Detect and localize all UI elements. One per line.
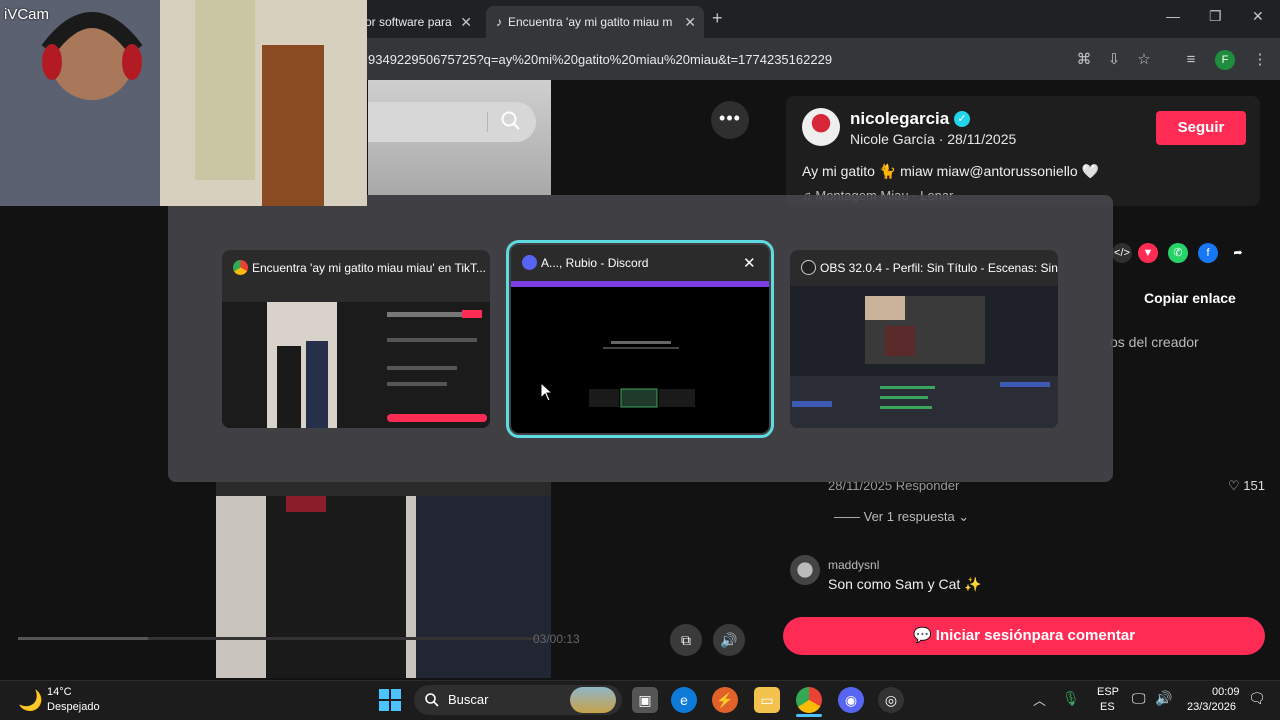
keyboard-layout[interactable]: ES bbox=[1100, 701, 1115, 713]
switcher-window-obs[interactable]: OBS 32.0.4 - Perfil: Sin Título - Escena… bbox=[790, 250, 1058, 428]
translate-icon[interactable]: ⌘ bbox=[1074, 50, 1094, 70]
volume-icon[interactable]: 🔊 bbox=[1155, 690, 1172, 707]
restore-icon[interactable]: ❐ bbox=[1209, 8, 1222, 25]
embed-icon[interactable]: </> bbox=[1112, 243, 1132, 263]
video-progress-fill bbox=[18, 637, 148, 640]
window-thumbnail bbox=[222, 286, 490, 428]
clock-date[interactable]: 23/3/2026 bbox=[1187, 701, 1236, 713]
url-text[interactable]: 934922950675725?q=ay%20mi%20gatito%20mia… bbox=[368, 52, 832, 67]
search-icon[interactable] bbox=[500, 110, 522, 132]
tab-title: Encuentra 'ay mi gatito miau m bbox=[508, 15, 673, 29]
active-app-indicator bbox=[796, 714, 822, 717]
task-view-icon[interactable]: ▣ bbox=[632, 687, 658, 713]
taskbar-search-label: Buscar bbox=[448, 692, 489, 707]
microphone-icon[interactable]: 🎙 bbox=[1062, 690, 1080, 707]
author-username[interactable]: nicolegarcia bbox=[850, 109, 949, 129]
window-thumbnail bbox=[790, 286, 1058, 428]
tab-creator-videos[interactable]: os del creador bbox=[1110, 334, 1199, 350]
video-image bbox=[216, 482, 551, 678]
bookmark-star-icon[interactable]: ☆ bbox=[1134, 50, 1154, 70]
video-timecode: 03/00:13 bbox=[533, 632, 580, 646]
copy-link-button[interactable]: Copiar enlace bbox=[1144, 290, 1236, 306]
weather-temperature[interactable]: 14°C bbox=[47, 686, 72, 698]
profile-avatar[interactable]: F bbox=[1215, 50, 1235, 70]
avatar[interactable] bbox=[790, 555, 820, 585]
minimize-icon[interactable]: — bbox=[1166, 8, 1180, 24]
more-options-button[interactable]: ••• bbox=[711, 101, 749, 139]
comment-username[interactable]: maddysnl bbox=[828, 558, 879, 572]
view-replies-button[interactable]: —— Ver 1 respuesta ⌄ bbox=[834, 509, 969, 525]
window-title: A..., Rubio - Discord bbox=[541, 256, 649, 270]
tray-overflow-icon[interactable]: ︿ bbox=[1033, 690, 1046, 709]
window-title: OBS 32.0.4 - Perfil: Sin Título - Escena… bbox=[820, 261, 1058, 275]
new-tab-icon[interactable]: + bbox=[712, 8, 723, 29]
close-window-icon[interactable]: ✕ bbox=[1252, 8, 1264, 25]
edge-icon[interactable]: e bbox=[671, 687, 697, 713]
close-tab-icon[interactable]: ✕ bbox=[684, 14, 696, 31]
author-subtitle: Nicole García · 28/11/2025 bbox=[850, 131, 1017, 147]
webcam-overlay bbox=[0, 0, 367, 206]
comment-text: Son como Sam y Cat ✨ bbox=[828, 576, 982, 592]
login-to-comment-button[interactable]: 💬 Iniciar sesiónpara comentar bbox=[783, 617, 1265, 655]
webcam-feed bbox=[0, 0, 367, 206]
send-icon[interactable]: ▼ bbox=[1138, 243, 1158, 263]
file-explorer-icon[interactable]: ▭ bbox=[754, 687, 780, 713]
follow-button[interactable]: Seguir bbox=[1156, 111, 1246, 145]
weather-description[interactable]: Despejado bbox=[47, 701, 100, 713]
clock-time[interactable]: 00:09 bbox=[1212, 686, 1240, 698]
tab-inactive[interactable]: or software para ✕ bbox=[355, 6, 480, 38]
avatar[interactable] bbox=[802, 108, 840, 146]
window-title: Encuentra 'ay mi gatito miau miau' en Ti… bbox=[252, 261, 487, 275]
facebook-icon[interactable]: f bbox=[1198, 243, 1218, 263]
windows-start-icon[interactable] bbox=[378, 688, 402, 712]
comment-likes[interactable]: ♡ 151 bbox=[1228, 478, 1265, 494]
media-queue-icon[interactable]: ≡ bbox=[1181, 50, 1201, 70]
keyboard-language[interactable]: ESP bbox=[1097, 686, 1119, 698]
discord-icon bbox=[522, 255, 537, 270]
webcam-label: iVCam bbox=[4, 6, 50, 23]
moon-weather-icon[interactable]: 🌙 bbox=[18, 688, 43, 713]
close-tab-icon[interactable]: ✕ bbox=[460, 14, 472, 31]
mouse-cursor-icon bbox=[540, 382, 554, 402]
search-icon bbox=[425, 693, 439, 707]
chrome-icon[interactable] bbox=[796, 687, 822, 713]
verified-badge-icon: ✓ bbox=[954, 111, 970, 127]
post-caption: Ay mi gatito 🐈 miaw miaw@antorussoniello… bbox=[802, 163, 1100, 179]
whatsapp-icon[interactable]: ✆ bbox=[1168, 243, 1188, 263]
close-window-icon[interactable]: ✕ bbox=[743, 254, 756, 272]
search-highlight-image bbox=[570, 687, 616, 713]
share-arrow-icon[interactable]: ➦ bbox=[1228, 243, 1248, 263]
obs-icon bbox=[801, 260, 816, 275]
volume-icon[interactable]: 🔊 bbox=[713, 624, 745, 656]
switcher-window-chrome[interactable]: Encuentra 'ay mi gatito miau miau' en Ti… bbox=[222, 250, 490, 428]
window-thumbnail bbox=[511, 281, 769, 433]
tab-title: or software para bbox=[365, 15, 452, 29]
switcher-window-discord[interactable]: A..., Rubio - Discord ✕ bbox=[506, 240, 774, 438]
tiktok-icon: ♪ bbox=[496, 15, 502, 29]
floating-player-icon[interactable]: ⧉ bbox=[670, 624, 702, 656]
discord-icon[interactable]: ◉ bbox=[838, 687, 864, 713]
app-icon[interactable]: ⚡ bbox=[712, 687, 738, 713]
network-icon[interactable]: 🖵 bbox=[1132, 690, 1146, 707]
notifications-icon[interactable]: 🗨 bbox=[1248, 690, 1266, 707]
obs-icon[interactable]: ◎ bbox=[878, 687, 904, 713]
video-frame-bottom[interactable] bbox=[216, 482, 551, 678]
install-app-icon[interactable]: ⇩ bbox=[1104, 50, 1124, 70]
search-divider bbox=[487, 112, 488, 132]
tab-active[interactable]: ♪ Encuentra 'ay mi gatito miau m ✕ bbox=[486, 6, 704, 38]
chrome-icon bbox=[233, 260, 248, 275]
menu-dots-icon[interactable]: ⋮ bbox=[1250, 50, 1270, 70]
